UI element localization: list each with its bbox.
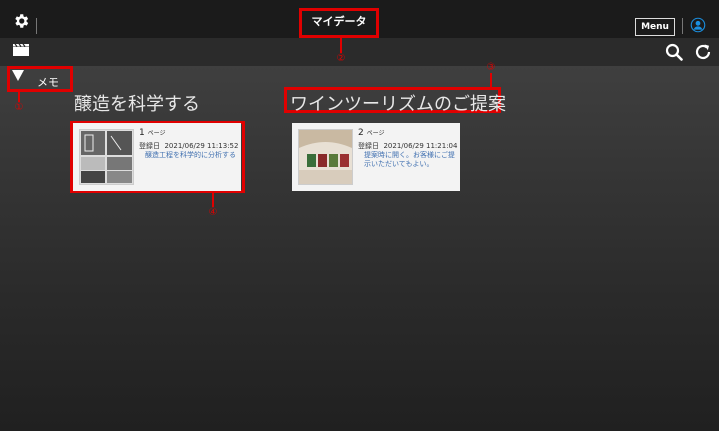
thumbnail-image [79,129,134,185]
refresh-icon[interactable] [694,43,712,61]
annotation-number-1: ① [14,102,24,113]
memo-text: 提案時に開く。お客様にご提示いただいてもよい。 [364,151,455,168]
page-title: マイデータ [311,15,367,28]
annotation-number-2: ② [336,53,346,64]
annotation-line-3 [490,73,492,87]
menu-button[interactable]: Menu [635,18,675,36]
folder-title[interactable]: 醸造を科学する [74,90,200,116]
thumbnail-image [298,129,353,185]
film-icon[interactable] [13,44,29,56]
annotation-line-4 [212,193,214,207]
folder-title[interactable]: ワインツーリズムのご提案 [290,90,506,116]
page-count: 1 ページ [139,128,166,138]
folder-card[interactable]: 1 ページ 登録日 2021/06/29 11:13:52 醸造工程を科学的に分… [73,123,241,191]
toolbar [0,38,719,66]
memo-toggle[interactable]: メモ [37,74,59,90]
divider [36,18,37,34]
registration-date: 登録日 2021/06/29 11:13:52 [139,142,239,150]
registration-date: 登録日 2021/06/29 11:21:04 [358,142,458,150]
annotation-number-4: ④ [208,207,218,218]
annotation-line-1 [18,92,20,102]
memo-text: 醸造工程を科学的に分析する [145,151,236,159]
annotation-number-3: ③ [486,62,496,73]
annotation-line-2 [340,38,342,53]
page-count: 2 ページ [358,128,385,138]
folder-card[interactable]: 2 ページ 登録日 2021/06/29 11:21:04 提案時に開く。お客様… [292,123,460,191]
search-icon[interactable] [665,43,683,61]
user-icon[interactable] [690,17,706,33]
divider [682,18,683,34]
gear-icon[interactable] [12,12,30,30]
collapse-triangle-icon[interactable] [12,70,24,81]
